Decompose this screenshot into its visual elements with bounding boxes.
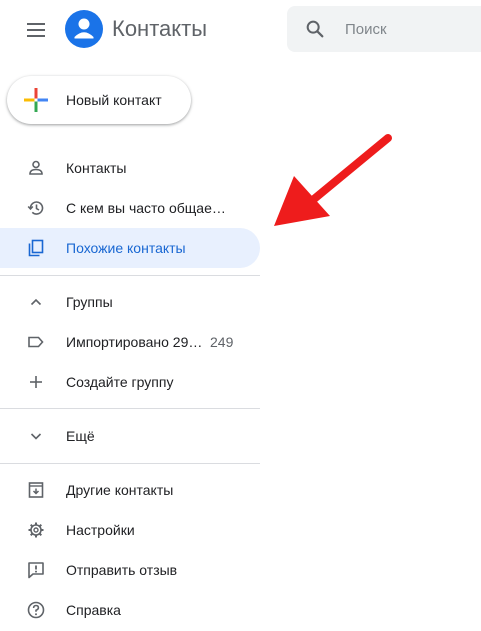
- sidebar-item-label: Отправить отзыв: [66, 562, 178, 578]
- groups-header: Группы: [66, 294, 113, 310]
- menu-bar: [27, 23, 45, 25]
- sidebar-item-feedback[interactable]: Отправить отзыв: [0, 550, 260, 590]
- chevron-up-icon: [30, 298, 42, 306]
- history-icon: [27, 201, 44, 215]
- create-group-button[interactable]: Создайте группу: [0, 362, 260, 402]
- main-menu-button[interactable]: [23, 17, 49, 43]
- sidebar-item-label: С кем вы часто общае…: [66, 200, 226, 216]
- chevron-down-icon: [30, 433, 42, 440]
- contacts-logo-icon[interactable]: [65, 10, 103, 48]
- help-icon: [27, 601, 45, 619]
- divider: [0, 463, 260, 464]
- divider: [0, 275, 260, 276]
- sidebar-item-help[interactable]: Справка: [0, 590, 260, 630]
- search-icon[interactable]: [304, 18, 326, 40]
- more-toggle[interactable]: Ещё: [0, 416, 260, 456]
- menu-bar: [27, 35, 45, 37]
- menu-bar: [27, 29, 45, 31]
- divider: [0, 408, 260, 409]
- app-title: Контакты: [112, 16, 208, 41]
- more-label: Ещё: [66, 428, 95, 444]
- group-count: 249: [210, 334, 234, 350]
- sidebar-item-label: Другие контакты: [66, 482, 174, 498]
- label-icon: [28, 336, 44, 348]
- new-contact-button[interactable]: Новый контакт: [7, 76, 191, 124]
- sidebar-item-label: Похожие контакты: [66, 240, 186, 256]
- sidebar-item-label: Справка: [66, 602, 121, 618]
- archive-download-icon: [28, 482, 44, 498]
- app-header: Контакты: [0, 0, 481, 60]
- copy-icon: [28, 239, 44, 257]
- plus-icon: [30, 376, 42, 388]
- sidebar-item-other-contacts[interactable]: Другие контакты: [0, 470, 260, 510]
- person-icon: [74, 18, 94, 39]
- feedback-icon: [28, 562, 44, 579]
- sidebar-item-label: Создайте группу: [66, 374, 174, 390]
- colorful-plus-icon: [24, 88, 48, 112]
- sidebar-item-label: Настройки: [66, 522, 135, 538]
- search-input[interactable]: [345, 17, 475, 41]
- sidebar-item-label: Импортировано 29…: [66, 334, 203, 350]
- red-arrow-annotation: [274, 134, 392, 226]
- sidebar-item-frequent[interactable]: С кем вы часто общае…: [0, 188, 260, 228]
- sidebar-item-similar[interactable]: Похожие контакты: [0, 228, 260, 268]
- new-contact-label: Новый контакт: [66, 92, 162, 108]
- gear-icon: [28, 522, 44, 538]
- person-outline-icon: [29, 160, 43, 175]
- sidebar-item-imported[interactable]: Импортировано 29… 249: [0, 322, 260, 362]
- search-bar[interactable]: [287, 6, 481, 52]
- sidebar-item-label: Контакты: [66, 160, 127, 176]
- sidebar-item-contacts[interactable]: Контакты: [0, 148, 260, 188]
- groups-toggle[interactable]: Группы: [0, 282, 260, 322]
- sidebar-item-settings[interactable]: Настройки: [0, 510, 260, 550]
